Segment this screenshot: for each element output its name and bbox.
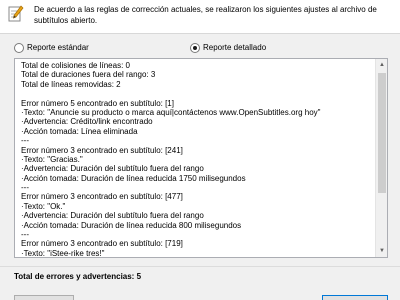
edit-document-icon: [8, 5, 24, 23]
log-line: Error número 3 encontrado en subtítulo: …: [21, 145, 183, 155]
header-band: De acuerdo a las reglas de corrección ac…: [0, 0, 400, 34]
left-button[interactable]: [14, 295, 74, 300]
total-errors-label: Total de errores y advertencias: 5: [14, 272, 142, 281]
report-log-content: Total de colisiones de líneas: 0 Total de…: [21, 61, 371, 258]
log-line: ·Texto: "Gracias.": [21, 154, 83, 164]
scroll-up-arrow-icon[interactable]: ▲: [376, 59, 387, 71]
report-log-textbox[interactable]: Total de colisiones de líneas: 0 Total de…: [14, 58, 388, 258]
log-line: ·Acción tomada: Línea eliminada: [21, 126, 138, 136]
log-line: ·Texto: "Anuncie su producto o marca aqu…: [21, 107, 321, 117]
log-line: Error número 5 encontrado en subtítulo: …: [21, 98, 174, 108]
separator: [0, 266, 400, 267]
log-line: ·Texto: "Ok.": [21, 201, 66, 211]
log-line: Total de líneas removidas: 2: [21, 79, 121, 89]
detailed-report-label[interactable]: Reporte detallado: [203, 43, 266, 53]
log-line: Error número 3 encontrado en subtítulo: …: [21, 192, 183, 202]
log-line: ---: [21, 230, 29, 240]
header-message: De acuerdo a las reglas de corrección ac…: [34, 5, 377, 25]
detailed-report-option[interactable]: Reporte detallado: [190, 42, 266, 54]
log-line: ·Acción tomada: Duración de línea reduci…: [21, 173, 246, 183]
log-line: ·Acción tomada: Duración de línea reduci…: [21, 220, 242, 230]
right-button[interactable]: [322, 295, 388, 300]
log-line: ---: [21, 136, 29, 146]
standard-report-label[interactable]: Reporte estándar: [27, 43, 89, 53]
log-line: Total de duraciones fuera del rango: 3: [21, 70, 156, 80]
scroll-thumb[interactable]: [378, 73, 386, 193]
scroll-down-arrow-icon[interactable]: ▼: [376, 245, 387, 257]
log-line: Error número 3 encontrado en subtítulo: …: [21, 239, 183, 249]
log-line: ·Texto: "iStee-rike tres!": [21, 248, 105, 258]
log-line: ·Advertencia: Duración del subtítulo fue…: [21, 211, 204, 221]
log-line: ---: [21, 183, 29, 193]
log-line: ·Advertencia: Duración del subtítulo fue…: [21, 164, 204, 174]
detailed-report-radio[interactable]: [190, 43, 200, 53]
log-line: Total de colisiones de líneas: 0: [21, 61, 130, 70]
log-line: ·Advertencia: Crédito/link encontrado: [21, 117, 153, 127]
log-vertical-scrollbar[interactable]: ▲ ▼: [375, 59, 387, 257]
standard-report-option[interactable]: Reporte estándar: [14, 42, 89, 54]
standard-report-radio[interactable]: [14, 43, 24, 53]
